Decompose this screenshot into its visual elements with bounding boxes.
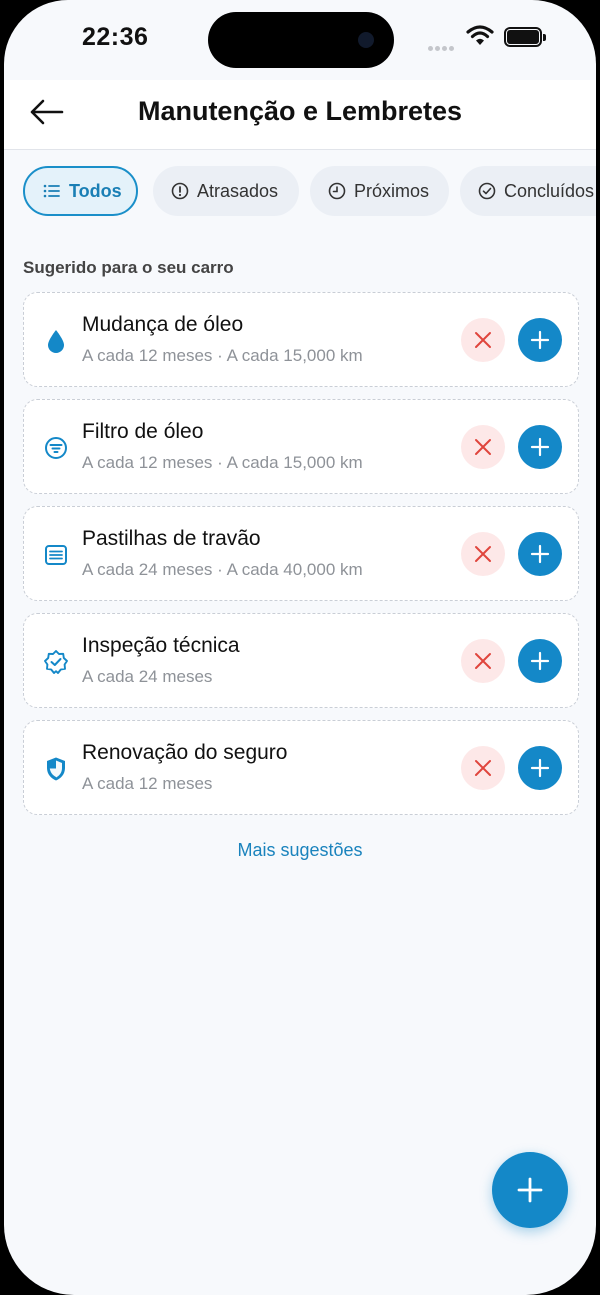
add-reminder-button[interactable] bbox=[518, 532, 562, 576]
plus-icon bbox=[517, 1177, 543, 1203]
plus-icon bbox=[530, 544, 550, 564]
dismiss-button[interactable] bbox=[461, 425, 505, 469]
close-icon bbox=[475, 439, 491, 455]
filter-chip-atrasados[interactable]: Atrasados bbox=[153, 166, 299, 216]
suggestion-card: Inspeção técnica A cada 24 meses bbox=[23, 613, 579, 708]
suggestion-title: Mudança de óleo bbox=[82, 313, 244, 336]
filter-chip-label: Todos bbox=[69, 180, 122, 201]
dismiss-button[interactable] bbox=[461, 532, 505, 576]
suggestion-interval: A cada 24 meses bbox=[82, 667, 213, 686]
suggestion-card: Renovação do seguro A cada 12 meses bbox=[23, 720, 579, 815]
suggestion-card: Pastilhas de travão A cada 24 meses · A … bbox=[23, 506, 579, 601]
section-label: Sugerido para o seu carro bbox=[23, 258, 234, 277]
more-suggestions-link[interactable]: Mais sugestões bbox=[4, 840, 596, 861]
filter-chip-label: Próximos bbox=[354, 180, 430, 201]
dynamic-island bbox=[208, 12, 394, 68]
device-frame: 22:36 Manutenção e Lembretes Todos Atras… bbox=[0, 0, 600, 1295]
suggestion-card: Filtro de óleo A cada 12 meses · A cada … bbox=[23, 399, 579, 494]
suggestion-interval: A cada 12 meses bbox=[82, 774, 213, 793]
close-icon bbox=[475, 546, 491, 562]
alert-circle-icon bbox=[171, 182, 189, 200]
filter-chip-proximos[interactable]: Próximos bbox=[310, 166, 449, 216]
filter-icon bbox=[42, 434, 70, 462]
dismiss-button[interactable] bbox=[461, 639, 505, 683]
clock-icon bbox=[328, 182, 346, 200]
filter-chip-todos[interactable]: Todos bbox=[23, 166, 138, 216]
add-reminder-button[interactable] bbox=[518, 425, 562, 469]
page-title: Manutenção e Lembretes bbox=[137, 96, 463, 126]
close-icon bbox=[475, 760, 491, 776]
cellular-signal-icon bbox=[428, 38, 462, 51]
brake-pad-icon bbox=[42, 541, 70, 569]
suggestion-interval: A cada 12 meses · A cada 15,000 km bbox=[82, 346, 363, 365]
battery-icon bbox=[504, 27, 546, 47]
filter-chip-label: Concluídos bbox=[504, 180, 595, 201]
suggestion-interval: A cada 24 meses · A cada 40,000 km bbox=[82, 560, 363, 579]
plus-icon bbox=[530, 437, 550, 457]
dismiss-button[interactable] bbox=[461, 318, 505, 362]
status-time: 22:36 bbox=[82, 23, 149, 51]
add-reminder-button[interactable] bbox=[518, 318, 562, 362]
suggestion-title: Inspeção técnica bbox=[82, 634, 240, 657]
status-bar: 22:36 bbox=[4, 0, 596, 80]
suggestion-title: Renovação do seguro bbox=[82, 741, 288, 764]
add-reminder-fab[interactable] bbox=[492, 1152, 568, 1228]
add-reminder-button[interactable] bbox=[518, 746, 562, 790]
filter-chip-label: Atrasados bbox=[197, 180, 279, 201]
shield-icon bbox=[42, 755, 70, 783]
plus-icon bbox=[530, 758, 550, 778]
verified-badge-icon bbox=[42, 648, 70, 676]
filter-chip-concluidos[interactable]: Concluídos bbox=[460, 166, 596, 216]
app-screen: 22:36 Manutenção e Lembretes Todos Atras… bbox=[4, 0, 596, 1295]
close-icon bbox=[475, 332, 491, 348]
plus-icon bbox=[530, 330, 550, 350]
plus-icon bbox=[530, 651, 550, 671]
add-reminder-button[interactable] bbox=[518, 639, 562, 683]
close-icon bbox=[475, 653, 491, 669]
wifi-icon bbox=[466, 25, 494, 47]
check-circle-icon bbox=[478, 182, 496, 200]
suggestion-title: Filtro de óleo bbox=[82, 420, 204, 443]
suggestion-title: Pastilhas de travão bbox=[82, 527, 261, 550]
suggestion-card: Mudança de óleo A cada 12 meses · A cada… bbox=[23, 292, 579, 387]
droplet-icon bbox=[42, 327, 70, 355]
dismiss-button[interactable] bbox=[461, 746, 505, 790]
suggestion-interval: A cada 12 meses · A cada 15,000 km bbox=[82, 453, 363, 472]
header: Manutenção e Lembretes bbox=[4, 80, 596, 150]
list-icon bbox=[43, 184, 60, 198]
